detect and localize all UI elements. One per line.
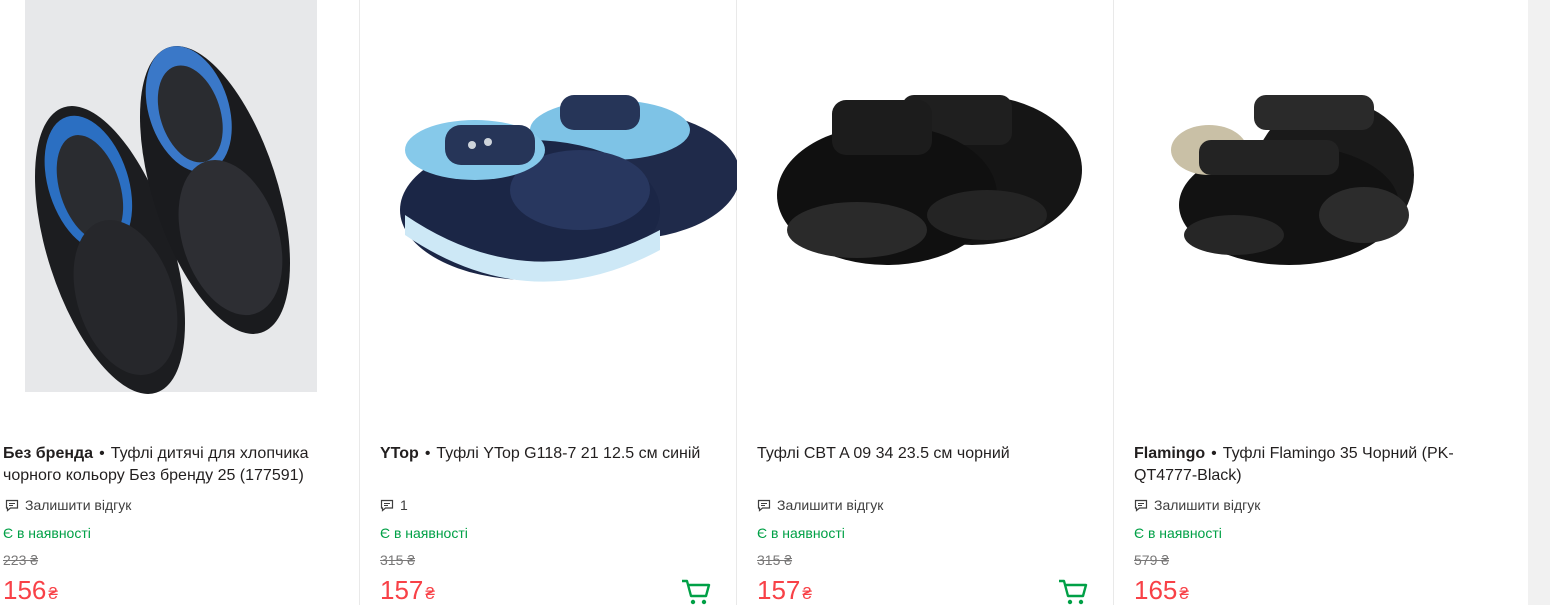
review-link[interactable]: 1 (380, 497, 408, 513)
stock-status: Є в наявності (1134, 525, 1222, 541)
scrollbar[interactable] (1528, 0, 1550, 605)
review-label: Залишити відгук (1154, 497, 1261, 513)
stock-status: Є в наявності (380, 525, 468, 541)
product-title[interactable]: Туфлі CBT A 09 34 23.5 см чорний (757, 443, 1089, 465)
stock-status: Є в наявності (3, 525, 91, 541)
review-link[interactable]: Залишити відгук (1134, 497, 1260, 513)
old-price: 315 ₴ (757, 552, 793, 568)
product-name: Туфлі CBT A 09 34 23.5 см чорний (757, 445, 1010, 462)
review-link[interactable]: Залишити відгук (5, 497, 131, 513)
old-price: 223 ₴ (3, 552, 39, 568)
review-label: Залишити відгук (777, 497, 884, 513)
review-link[interactable]: Залишити відгук (757, 497, 883, 513)
price-value: 156 (3, 575, 47, 605)
price-currency: ₴ (425, 584, 435, 603)
product-grid: Без бренда • Туфлі дитячі для хлопчика чор… (0, 0, 1491, 605)
old-price: 315 ₴ (380, 552, 416, 568)
comment-icon (1134, 499, 1148, 512)
product-image (400, 95, 740, 282)
cart-icon[interactable] (680, 578, 712, 605)
comment-icon (380, 499, 394, 512)
product-card: Туфлі CBT A 09 34 23.5 см чорний Залишит… (737, 0, 1114, 605)
stock-status: Є в наявності (757, 525, 845, 541)
product-brand: YTop (380, 445, 419, 462)
product-title[interactable]: Без бренда • Туфлі дитячі для хлопчика чор… (3, 443, 335, 487)
product-card: Flamingo • Туфлі Flamingo 35 Чорний (PK-QT… (1114, 0, 1491, 605)
price-value: 165 (1134, 575, 1178, 605)
product-title[interactable]: YTop • Туфлі YTop G118-7 21 12.5 см синій (380, 443, 712, 465)
price-value: 157 (380, 575, 424, 605)
product-image-link[interactable] (737, 0, 1113, 395)
review-label: Залишити відгук (25, 497, 132, 513)
price-currency: ₴ (802, 584, 812, 603)
product-brand: Flamingo (1134, 445, 1206, 462)
product-image (777, 95, 1082, 265)
product-card: Без бренда • Туфлі дитячі для хлопчика чор… (0, 0, 360, 605)
price-currency: ₴ (1179, 584, 1189, 603)
price-currency: ₴ (48, 584, 58, 603)
product-brand: Без бренда (3, 445, 94, 462)
page-gutter (1490, 0, 1528, 605)
comment-icon (757, 499, 771, 512)
product-image-link[interactable] (360, 0, 740, 395)
product-image (25, 0, 317, 394)
product-title[interactable]: Flamingo • Туфлі Flamingo 35 Чорний (PK-QT… (1134, 443, 1466, 487)
product-name: Туфлі YTop G118-7 21 12.5 см синій (436, 445, 701, 462)
product-image-link[interactable] (1114, 0, 1490, 395)
product-image (1171, 95, 1414, 265)
old-price: 579 ₴ (1134, 552, 1170, 568)
product-image-link[interactable] (0, 0, 359, 395)
comment-icon (5, 499, 19, 512)
product-card: YTop • Туфлі YTop G118-7 21 12.5 см синій … (360, 0, 740, 605)
review-count: 1 (400, 497, 408, 513)
price-value: 157 (757, 575, 801, 605)
cart-icon[interactable] (1057, 578, 1089, 605)
